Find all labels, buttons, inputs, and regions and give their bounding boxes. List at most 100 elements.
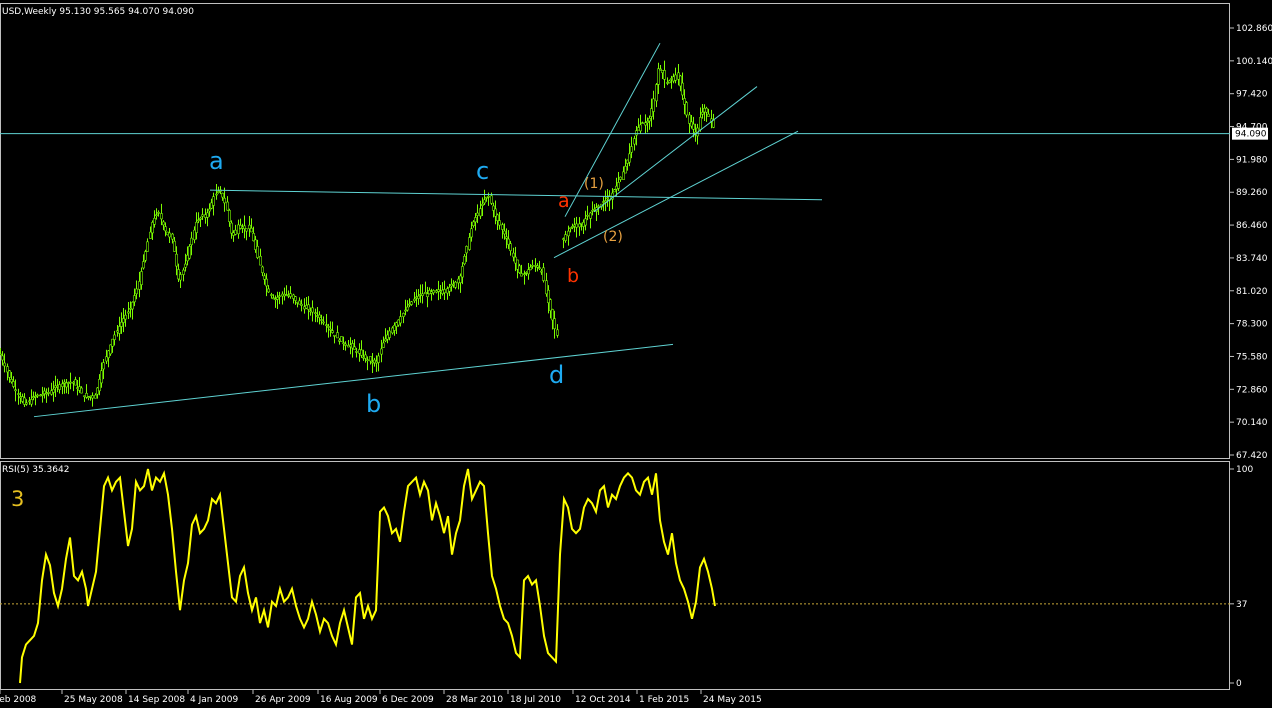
candle-body — [195, 221, 198, 233]
candle-body — [681, 82, 684, 96]
candle-body — [210, 202, 213, 209]
candle-body — [124, 314, 127, 320]
candle-body — [340, 336, 343, 342]
candle-body — [333, 334, 336, 337]
candle-body — [230, 222, 233, 234]
candle-body — [421, 293, 424, 296]
candle-body — [129, 308, 132, 310]
price-tick-label: 83.740 — [1236, 254, 1268, 264]
candle-body — [142, 261, 145, 269]
candle-body — [171, 233, 174, 240]
candle-body — [584, 218, 587, 226]
candle-body — [188, 246, 191, 259]
candle-body — [109, 344, 112, 355]
candle-body — [327, 326, 330, 328]
trendline[interactable] — [209, 189, 823, 201]
candle-body — [182, 269, 185, 275]
candle-body — [527, 269, 530, 275]
candle-body — [388, 330, 391, 338]
candle-body — [6, 366, 9, 373]
candle-body — [201, 214, 204, 217]
candle-body — [331, 330, 334, 333]
price-tick-label: 72.860 — [1236, 385, 1268, 395]
candle-body — [206, 212, 209, 218]
candle-body — [472, 221, 475, 226]
candle-body — [538, 267, 541, 269]
time-tick-label: 6 Dec 2009 — [382, 695, 434, 705]
candle-body — [644, 122, 647, 126]
candle-body — [140, 271, 143, 285]
candle-body — [278, 295, 281, 298]
candle-body — [597, 205, 600, 208]
price-tick-label: 78.300 — [1236, 320, 1268, 330]
candle-body — [300, 303, 303, 306]
trendline[interactable] — [593, 86, 758, 213]
candle-body — [133, 295, 136, 303]
candle-body — [232, 232, 235, 236]
price-tick-label: 75.580 — [1236, 352, 1268, 362]
candle-body — [61, 383, 64, 387]
candle-body — [138, 281, 141, 290]
candle-body — [102, 362, 105, 370]
rsi-window-label: 3 — [11, 487, 24, 511]
candle-body — [701, 111, 704, 115]
candle-body — [542, 267, 545, 281]
candle-body — [226, 201, 229, 211]
candle-body — [496, 214, 499, 221]
candle-body — [91, 395, 94, 399]
candle-body — [105, 356, 108, 362]
candle-body — [162, 221, 165, 226]
candle-body — [641, 122, 644, 125]
candle-body — [47, 392, 50, 394]
candle-body — [417, 295, 420, 299]
wave-label-c: c — [476, 157, 489, 185]
candle-body — [36, 394, 39, 397]
candle-body — [476, 212, 479, 216]
wave-labels: a b c d a b (1) (2) — [209, 147, 623, 418]
wave-label-a-secondary: a — [558, 190, 570, 212]
rsi-tick-label: 37 — [1236, 600, 1247, 610]
candle-body — [342, 342, 345, 345]
candle-body — [261, 266, 264, 273]
candle-body — [399, 316, 402, 324]
candle-body — [443, 289, 446, 294]
chart-canvas[interactable]: 102.860100.14097.42094.70091.98089.26086… — [0, 0, 1272, 708]
candle-body — [377, 355, 380, 363]
candle-body — [58, 384, 61, 390]
time-tick-label: 26 Apr 2009 — [255, 695, 311, 705]
candle-body — [166, 231, 169, 236]
candle-body — [448, 286, 451, 292]
candle-body — [85, 393, 88, 398]
rsi-axis: 100 37 0 — [1230, 465, 1253, 689]
candle-body — [628, 153, 631, 163]
time-tick-label: 28 Mar 2010 — [446, 695, 503, 705]
candle-body — [311, 307, 314, 313]
candle-body — [556, 329, 559, 336]
candle-body — [153, 217, 156, 225]
trendline[interactable] — [33, 343, 674, 418]
candle-body — [586, 214, 589, 217]
candle-body — [208, 208, 211, 212]
candle-body — [228, 210, 231, 222]
candle-body — [120, 321, 123, 327]
candle-body — [72, 381, 75, 384]
candle-body — [190, 237, 193, 246]
candle-body — [657, 68, 660, 85]
candle-body — [380, 348, 383, 355]
candle-body — [270, 294, 273, 296]
candle-body — [564, 234, 567, 241]
candle-body — [250, 227, 253, 233]
candle-body — [116, 330, 119, 333]
current-price-tag-label: 94.090 — [1235, 130, 1267, 140]
candle-body — [17, 393, 20, 395]
candle-body — [501, 224, 504, 230]
candle-body — [512, 252, 515, 258]
candle-body — [234, 229, 237, 235]
candle-body — [122, 318, 125, 323]
candle-body — [289, 293, 292, 297]
trendline[interactable] — [553, 130, 799, 259]
time-tick-label: 3 Feb 2008 — [0, 695, 37, 705]
candle-body — [635, 130, 638, 136]
candle-body — [177, 269, 180, 280]
candle-body — [567, 230, 570, 237]
